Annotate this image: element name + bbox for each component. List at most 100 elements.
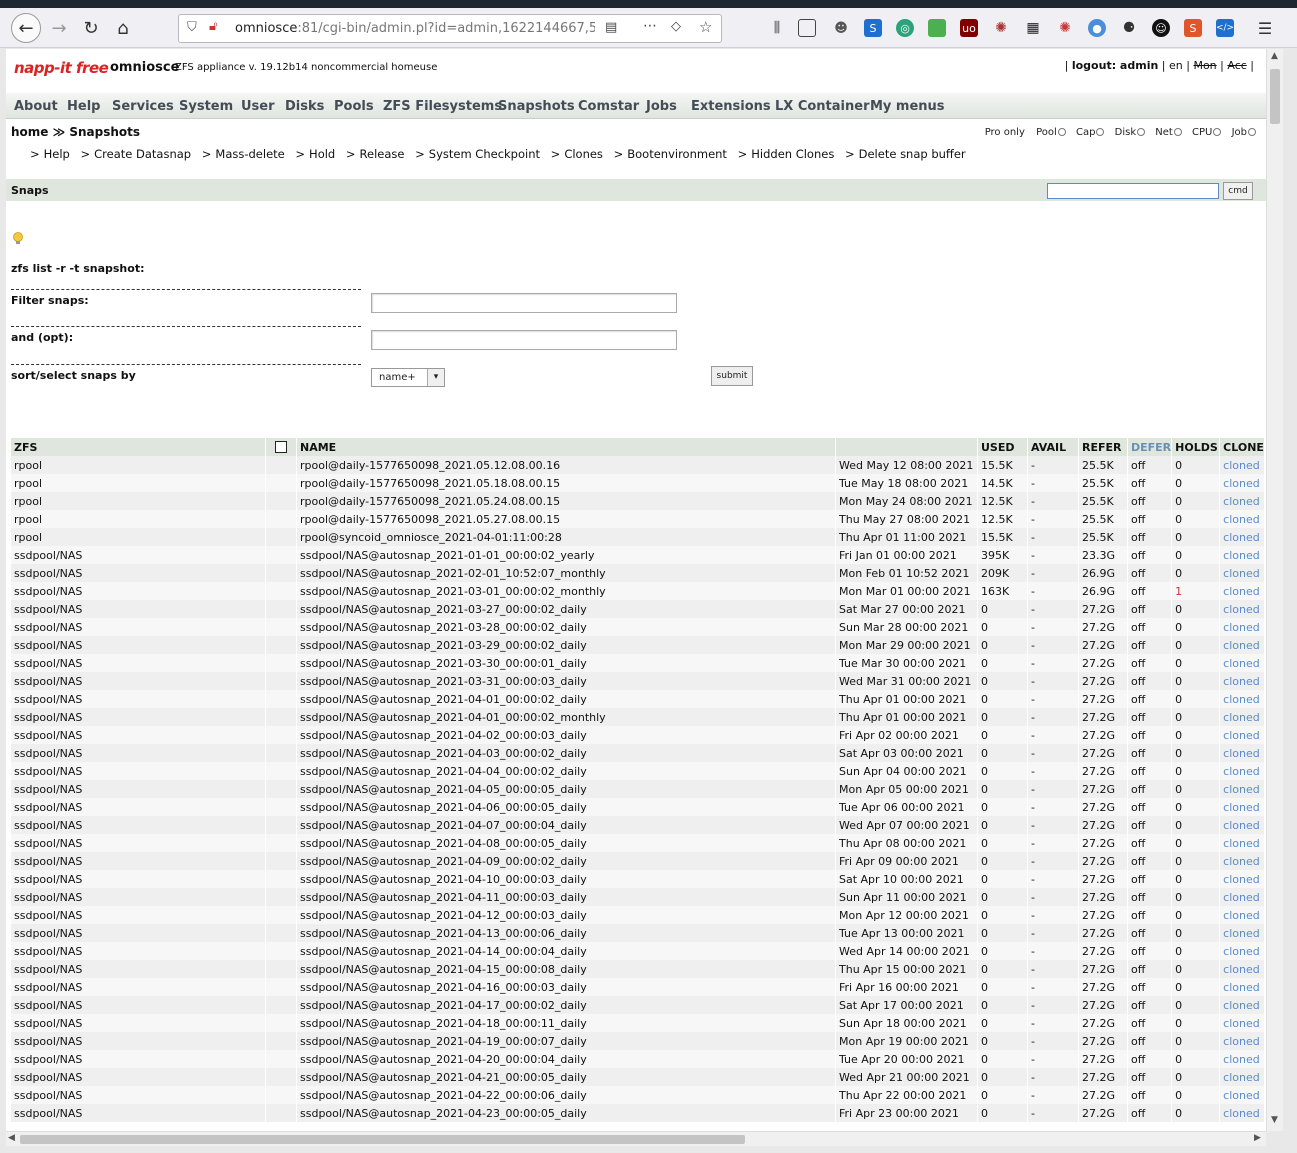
cell-name[interactable]: ssdpool/NAS@autosnap_2021-04-03_00:00:02… xyxy=(297,744,835,762)
cell-holds[interactable]: 0 xyxy=(1172,996,1220,1014)
extension-ghost-icon[interactable]: ☺ xyxy=(1152,19,1170,37)
cell-select[interactable] xyxy=(266,978,296,996)
cell-holds[interactable]: 0 xyxy=(1172,1014,1220,1032)
cell-holds[interactable]: 0 xyxy=(1172,834,1220,852)
cell-select[interactable] xyxy=(266,510,296,528)
cell-clone[interactable]: cloned xyxy=(1220,546,1264,564)
cell-clone[interactable]: cloned xyxy=(1220,636,1264,654)
cell-name[interactable]: ssdpool/NAS@autosnap_2021-03-29_00:00:02… xyxy=(297,636,835,654)
cell-clone[interactable]: cloned xyxy=(1220,654,1264,672)
cell-name[interactable]: ssdpool/NAS@autosnap_2021-04-05_00:00:05… xyxy=(297,780,835,798)
cell-select[interactable] xyxy=(266,492,296,510)
cell-name[interactable]: ssdpool/NAS@autosnap_2021-04-04_00:00:02… xyxy=(297,762,835,780)
cell-holds[interactable]: 0 xyxy=(1172,978,1220,996)
cell-name[interactable]: ssdpool/NAS@autosnap_2021-04-01_00:00:02… xyxy=(297,708,835,726)
insecure-lock-icon[interactable]: 🔓︎ xyxy=(209,19,217,34)
cell-holds[interactable]: 0 xyxy=(1172,546,1220,564)
cell-name[interactable]: ssdpool/NAS@autosnap_2021-03-28_00:00:02… xyxy=(297,618,835,636)
cell-name[interactable]: ssdpool/NAS@autosnap_2021-03-30_00:00:01… xyxy=(297,654,835,672)
scroll-right-icon[interactable]: ▶ xyxy=(1254,1133,1261,1143)
cell-select[interactable] xyxy=(266,1032,296,1050)
cell-clone[interactable]: cloned xyxy=(1220,744,1264,762)
cell-name[interactable]: ssdpool/NAS@autosnap_2021-02-01_10:52:07… xyxy=(297,564,835,582)
cell-select[interactable] xyxy=(266,600,296,618)
nav-comstar[interactable]: Comstar xyxy=(578,99,639,114)
cell-name[interactable]: ssdpool/NAS@autosnap_2021-04-22_00:00:06… xyxy=(297,1086,835,1104)
subnav-hold[interactable]: Hold xyxy=(309,147,335,161)
cell-clone[interactable]: cloned xyxy=(1220,978,1264,996)
nav-snapshots[interactable]: Snapshots xyxy=(498,99,575,114)
cell-clone[interactable]: cloned xyxy=(1220,510,1264,528)
nav-system[interactable]: System xyxy=(179,99,233,114)
col-defer[interactable]: DEFER xyxy=(1128,438,1172,456)
cell-holds[interactable]: 0 xyxy=(1172,942,1220,960)
cell-select[interactable] xyxy=(266,546,296,564)
logout-link[interactable]: logout: admin xyxy=(1072,59,1158,72)
status-pool[interactable]: Pool xyxy=(1036,127,1057,138)
subnav-help[interactable]: Help xyxy=(44,147,70,161)
pocket-icon[interactable]: ◇ xyxy=(671,19,681,34)
cell-holds[interactable]: 0 xyxy=(1172,492,1220,510)
cell-holds[interactable]: 0 xyxy=(1172,1050,1220,1068)
cell-name[interactable]: ssdpool/NAS@autosnap_2021-04-21_00:00:05… xyxy=(297,1068,835,1086)
col-avail[interactable]: AVAIL xyxy=(1028,438,1078,456)
extension-green-icon[interactable] xyxy=(928,19,946,37)
cell-clone[interactable]: cloned xyxy=(1220,1086,1264,1104)
cell-name[interactable]: ssdpool/NAS@autosnap_2021-03-31_00:00:03… xyxy=(297,672,835,690)
cell-name[interactable]: rpool@daily-1577650098_2021.05.12.08.00.… xyxy=(297,456,835,474)
cell-holds[interactable]: 0 xyxy=(1172,852,1220,870)
cell-holds[interactable]: 0 xyxy=(1172,600,1220,618)
vertical-scroll-thumb[interactable] xyxy=(1270,69,1280,124)
cell-clone[interactable]: cloned xyxy=(1220,1032,1264,1050)
cell-clone[interactable]: cloned xyxy=(1220,906,1264,924)
cell-select[interactable] xyxy=(266,762,296,780)
cell-name[interactable]: ssdpool/NAS@autosnap_2021-04-16_00:00:03… xyxy=(297,978,835,996)
nav-user[interactable]: User xyxy=(241,99,275,114)
subnav-bootenvironment[interactable]: Bootenvironment xyxy=(627,147,727,161)
nav-my-menus[interactable]: My menus xyxy=(870,99,945,114)
subnav-system-checkpoint[interactable]: System Checkpoint xyxy=(429,147,540,161)
fingerprint-icon[interactable]: ✺ xyxy=(992,19,1010,37)
cell-select[interactable] xyxy=(266,780,296,798)
col-refer[interactable]: REFER xyxy=(1079,438,1127,456)
cell-name[interactable]: ssdpool/NAS@autosnap_2021-04-11_00:00:03… xyxy=(297,888,835,906)
cell-select[interactable] xyxy=(266,654,296,672)
cell-clone[interactable]: cloned xyxy=(1220,834,1264,852)
cell-clone[interactable]: cloned xyxy=(1220,672,1264,690)
breadcrumb-home[interactable]: home xyxy=(11,125,48,139)
cell-name[interactable]: rpool@syncoid_omniosce_2021-04-01:11:00:… xyxy=(297,528,835,546)
cell-select[interactable] xyxy=(266,1050,296,1068)
extension-cookie-icon[interactable]: ✺ xyxy=(1056,19,1074,37)
cell-select[interactable] xyxy=(266,834,296,852)
cell-select[interactable] xyxy=(266,690,296,708)
and-opt-input[interactable] xyxy=(371,330,677,350)
cell-holds[interactable]: 0 xyxy=(1172,618,1220,636)
subnav-delete-snap-buffer[interactable]: Delete snap buffer xyxy=(859,147,966,161)
cell-name[interactable]: ssdpool/NAS@autosnap_2021-04-07_00:00:04… xyxy=(297,816,835,834)
cell-select[interactable] xyxy=(266,1104,296,1122)
ublock-icon[interactable]: uo xyxy=(960,19,978,37)
subnav-clones[interactable]: Clones xyxy=(564,147,603,161)
vertical-scrollbar[interactable]: ▲ ▼ xyxy=(1266,49,1283,1131)
bookmark-star-icon[interactable]: ☆ xyxy=(699,18,712,36)
horizontal-scroll-thumb[interactable] xyxy=(20,1135,745,1144)
cell-select[interactable] xyxy=(266,582,296,600)
cell-clone[interactable]: cloned xyxy=(1220,1104,1264,1122)
cell-select[interactable] xyxy=(266,942,296,960)
cell-select[interactable] xyxy=(266,1086,296,1104)
cell-select[interactable] xyxy=(266,456,296,474)
mon-link[interactable]: Mon xyxy=(1193,59,1216,72)
col-clone[interactable]: CLONE xyxy=(1220,438,1264,456)
cell-holds[interactable]: 0 xyxy=(1172,1104,1220,1122)
cell-holds[interactable]: 0 xyxy=(1172,726,1220,744)
sidebar-icon[interactable] xyxy=(798,19,816,37)
cell-clone[interactable]: cloned xyxy=(1220,600,1264,618)
status-disk[interactable]: Disk xyxy=(1115,127,1136,138)
cell-clone[interactable]: cloned xyxy=(1220,528,1264,546)
cell-clone[interactable]: cloned xyxy=(1220,798,1264,816)
cell-clone[interactable]: cloned xyxy=(1220,762,1264,780)
cell-name[interactable]: ssdpool/NAS@autosnap_2021-04-17_00:00:02… xyxy=(297,996,835,1014)
lang-link[interactable]: en xyxy=(1169,59,1183,72)
cell-select[interactable] xyxy=(266,726,296,744)
cell-select[interactable] xyxy=(266,906,296,924)
